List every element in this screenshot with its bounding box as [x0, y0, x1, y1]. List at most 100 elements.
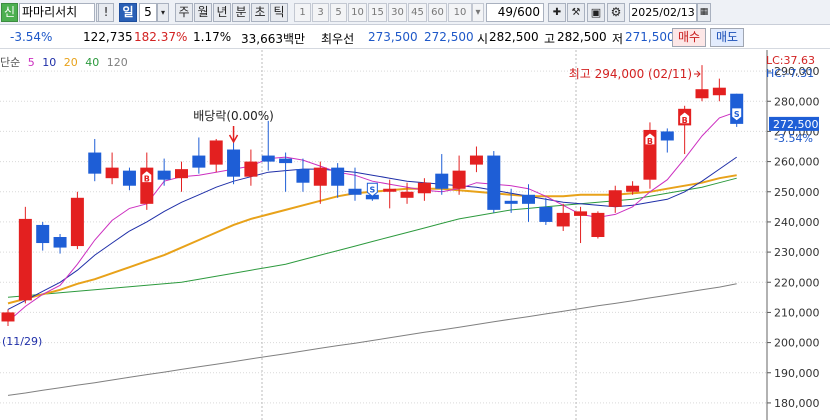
hc-label: HC:-7.31 [766, 67, 814, 80]
candle-down[interactable] [296, 169, 310, 183]
ma-legend: 단순 5 10 20 40 120 [0, 54, 132, 70]
period-tab-week[interactable]: 주 [175, 3, 193, 22]
gear-icon[interactable]: ⚙ [607, 3, 625, 22]
period-value-input[interactable]: 5 [139, 3, 157, 22]
candle-down[interactable] [88, 152, 102, 174]
candle-up[interactable] [556, 212, 570, 227]
lc-label: LC:37.63 [766, 54, 815, 67]
period-tab-month[interactable]: 월 [194, 3, 212, 22]
ma-legend-20: 20 [63, 56, 78, 69]
candle-down[interactable] [36, 224, 50, 244]
candle-down[interactable] [487, 155, 501, 210]
minute-option-1[interactable]: 1 [294, 3, 311, 22]
save-icon[interactable]: ▣ [587, 3, 605, 22]
candle-down[interactable] [122, 170, 136, 186]
trade-value: 33,663백만 [241, 32, 306, 46]
buy-button[interactable]: 매수 [672, 28, 706, 47]
candle-down[interactable] [192, 155, 206, 168]
y-tick-label: 180,000 [774, 397, 820, 410]
y-tick-label: 260,000 [774, 156, 820, 169]
candle-down[interactable] [504, 200, 518, 204]
ma-legend-label: 단순 [0, 56, 21, 69]
volume-ratio: 182.37% [134, 30, 188, 44]
candle-up[interactable] [626, 185, 640, 192]
period-dropdown-icon[interactable]: ▾ [157, 3, 169, 22]
candle-up[interactable] [18, 218, 32, 301]
candle-down[interactable] [53, 237, 67, 248]
candle-down[interactable] [522, 194, 535, 204]
period-tab-minute[interactable]: 분 [232, 3, 250, 22]
turnover-percent: 1.17% [193, 30, 232, 44]
ma-legend-40: 40 [85, 56, 100, 69]
buy-signal-label: B [682, 116, 688, 125]
candle-up[interactable] [105, 167, 119, 179]
candle-up[interactable] [452, 170, 466, 189]
candle-up[interactable] [1, 312, 15, 322]
minute-option-10[interactable]: 10 [348, 3, 367, 22]
price-chart[interactable]: 290,000280,000270,000260,000250,000240,0… [0, 50, 830, 420]
candle-down[interactable] [348, 188, 362, 195]
low-date-annotation: (11/29) [2, 335, 42, 348]
y-tick-label: 230,000 [774, 246, 820, 259]
period-tab-year[interactable]: 년 [213, 3, 231, 22]
calendar-icon[interactable]: ▦ [697, 3, 711, 22]
date-input[interactable]: 2025/02/13 [629, 3, 697, 22]
stock-name-field[interactable]: 파마리서치 [19, 3, 95, 22]
period-tab-day[interactable]: 일 [119, 3, 137, 22]
stock-type-badge: 신 [1, 3, 18, 22]
candle-up[interactable] [313, 167, 327, 186]
candle-down[interactable] [227, 149, 241, 177]
candle-down[interactable] [157, 170, 171, 180]
candle-down[interactable] [261, 155, 275, 162]
count-select[interactable]: 10 [448, 3, 472, 22]
candle-up[interactable] [574, 211, 588, 216]
low-price: 271,500 [625, 30, 675, 44]
minute-option-15[interactable]: 15 [368, 3, 387, 22]
y-tick-label: 250,000 [774, 186, 820, 199]
minute-option-5[interactable]: 5 [330, 3, 347, 22]
minute-option-45[interactable]: 45 [408, 3, 427, 22]
crosshair-icon[interactable]: ✚ [548, 3, 566, 22]
candle-up[interactable] [608, 190, 622, 207]
tools-icon[interactable]: ⚒ [567, 3, 585, 22]
sell-signal-label: S [369, 185, 375, 194]
candle-down[interactable] [331, 167, 345, 186]
ma-legend-120: 120 [106, 56, 128, 69]
candle-down[interactable] [660, 131, 674, 141]
period-tab-second[interactable]: 초 [251, 3, 269, 22]
candle-up[interactable] [469, 155, 483, 165]
alert-button[interactable]: ! [98, 3, 114, 22]
dividend-annotation: 배당락(0.00%) [193, 109, 274, 123]
candle-up[interactable] [417, 182, 431, 194]
y-tick-label: 240,000 [774, 216, 820, 229]
candle-up[interactable] [209, 140, 223, 165]
minute-option-3[interactable]: 3 [312, 3, 329, 22]
candle-down[interactable] [539, 206, 553, 222]
minute-option-30[interactable]: 30 [388, 3, 407, 22]
volume: 122,735 [83, 30, 133, 44]
minute-option-60[interactable]: 60 [428, 3, 447, 22]
low-label: 저 [612, 32, 624, 46]
y-tick-label: 220,000 [774, 276, 820, 289]
candle-up[interactable] [175, 169, 188, 179]
candle-up[interactable] [712, 87, 726, 96]
candle-up[interactable] [70, 197, 84, 247]
toolbar: 신 파마리서치 ▾ ! 일 5 ▾ 주 월 년 분 초 틱 1 3 5 10 1… [0, 0, 830, 25]
best-bid-price: 272,500 [424, 30, 474, 44]
quote-info-bar: -3.54% 122,735 182.37% 1.17% 33,663백만 최우… [0, 25, 830, 49]
count-select-arrow-icon[interactable]: ▾ [472, 3, 484, 22]
plot-area[interactable] [0, 50, 767, 420]
page-counter: 49/600 [486, 3, 544, 22]
y-tick-label: 210,000 [774, 306, 820, 319]
period-tab-tick[interactable]: 틱 [270, 3, 288, 22]
candle-down[interactable] [435, 173, 449, 189]
candle-up[interactable] [383, 188, 397, 192]
candle-up[interactable] [695, 89, 709, 99]
sell-button[interactable]: 매도 [710, 28, 744, 47]
candle-up[interactable] [400, 191, 414, 198]
candle-up[interactable] [591, 212, 605, 238]
ma-legend-10: 10 [42, 56, 57, 69]
candle-down[interactable] [279, 158, 293, 164]
candle-up[interactable] [244, 161, 258, 177]
y-tick-label: 190,000 [774, 367, 820, 380]
